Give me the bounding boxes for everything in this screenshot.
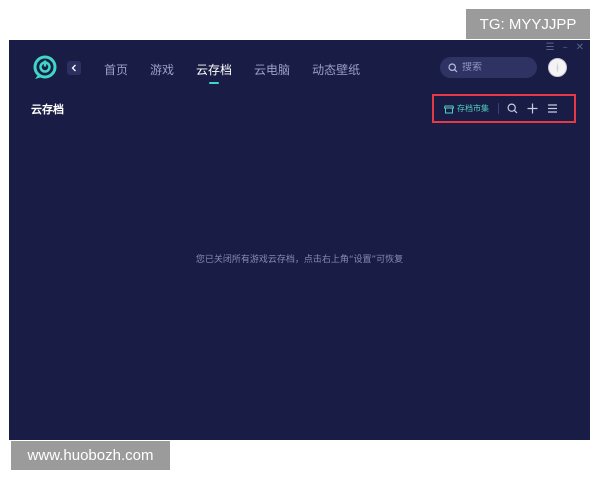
- menu-icon: [548, 104, 557, 113]
- chevron-left-icon: [71, 64, 76, 72]
- save-market-label: 存档市集: [457, 104, 489, 113]
- toolbar-divider: [498, 103, 499, 114]
- search-icon: [448, 62, 458, 72]
- tab-live-wallpaper[interactable]: 动态壁纸: [312, 61, 360, 78]
- search-icon: [507, 103, 518, 114]
- tab-cloud-save[interactable]: 云存档: [196, 61, 232, 84]
- back-button[interactable]: [67, 61, 81, 75]
- minimize-button[interactable]: –: [563, 43, 568, 53]
- avatar[interactable]: [548, 58, 567, 77]
- tab-home[interactable]: 首页: [104, 61, 128, 78]
- menu-button[interactable]: [547, 103, 558, 114]
- store-icon: [444, 105, 454, 113]
- watermark-top: TG: MYYJJPP: [466, 9, 590, 39]
- save-market-button[interactable]: 存档市集: [444, 103, 489, 114]
- window-menu-icon[interactable]: ☰: [546, 43, 555, 53]
- search-button[interactable]: [507, 103, 518, 114]
- app-window: ☰ – ✕ 首页 游戏 云存档 云电脑 动态壁纸 云存档: [9, 40, 590, 440]
- watermark-bottom: www.huobozh.com: [11, 441, 170, 470]
- close-button[interactable]: ✕: [576, 43, 584, 53]
- tab-cloud-pc[interactable]: 云电脑: [254, 61, 290, 78]
- page-title: 云存档: [31, 103, 64, 116]
- top-nav: 首页 游戏 云存档 云电脑 动态壁纸: [104, 61, 382, 84]
- empty-state-message: 您已关闭所有游戏云存档，点击右上角“设置”可恢复: [195, 255, 404, 265]
- tab-games[interactable]: 游戏: [150, 61, 174, 78]
- window-controls: ☰ – ✕: [546, 43, 584, 53]
- app-logo-icon[interactable]: [31, 54, 59, 82]
- toolbar-highlight: 存档市集: [432, 94, 576, 123]
- search-box[interactable]: [440, 57, 537, 78]
- plus-icon: [527, 103, 538, 114]
- add-button[interactable]: [527, 103, 538, 114]
- search-input[interactable]: [462, 62, 532, 73]
